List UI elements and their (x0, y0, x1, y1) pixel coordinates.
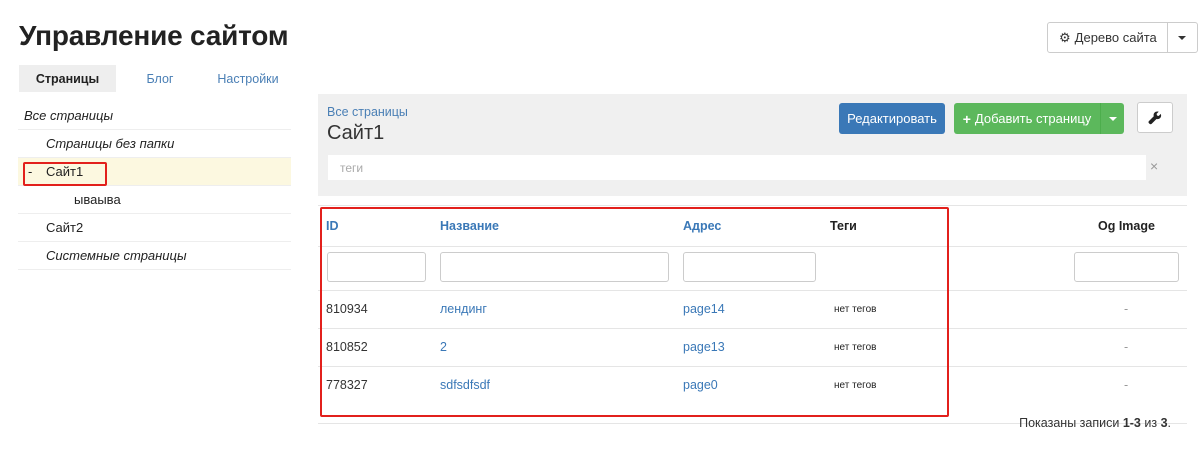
sidebar-item-yvayva[interactable]: ываыва (18, 186, 291, 214)
sidebar-item-pages-without-folder[interactable]: Страницы без папки (18, 130, 291, 158)
page-tree-sidebar: Все страницы Страницы без папки - Сайт1 … (18, 102, 291, 270)
edit-button[interactable]: Редактировать (839, 103, 945, 134)
site-tree-button-group: ⚙ Дерево сайта (1047, 22, 1198, 53)
sidebar-item-label: Страницы без папки (46, 136, 175, 151)
add-page-dropdown-toggle[interactable] (1101, 103, 1124, 134)
breadcrumb[interactable]: Все страницы (327, 105, 408, 119)
site-tree-label: Дерево сайта (1074, 30, 1157, 45)
settings-wrench-button[interactable] (1137, 102, 1173, 133)
tab-settings[interactable]: Настройки (204, 65, 292, 92)
panel-title: Сайт1 (327, 122, 385, 144)
records-summary: Показаны записи 1-3 из 3. (1019, 416, 1171, 430)
records-summary-prefix: Показаны записи (1019, 416, 1123, 430)
records-range: 1-3 (1122, 416, 1141, 430)
add-page-button-group: + Добавить страницу (954, 103, 1124, 134)
sidebar-item-label: Сайт2 (46, 220, 84, 235)
sidebar-item-label: Все страницы (24, 108, 114, 123)
tags-filter-input[interactable] (328, 155, 1146, 180)
column-header-og-image: Og Image (1098, 219, 1155, 233)
filter-og-image-input[interactable] (1074, 252, 1179, 282)
panel-header: Все страницы Сайт1 Редактировать + Добав… (318, 94, 1187, 196)
section-tabs: Страницы Блог Настройки (19, 65, 292, 92)
chevron-down-icon (1178, 35, 1187, 40)
add-page-button[interactable]: + Добавить страницу (954, 103, 1101, 134)
cell-og-image: - (1124, 302, 1129, 316)
wrench-icon (1148, 111, 1162, 124)
sidebar-item-label: ываыва (74, 192, 121, 207)
records-summary-suffix: . (1167, 416, 1171, 430)
sidebar-item-label: Системные страницы (46, 248, 187, 263)
highlight-box-table (320, 207, 949, 417)
sidebar-item-all-pages[interactable]: Все страницы (18, 102, 291, 130)
cell-og-image: - (1124, 340, 1129, 354)
tab-blog[interactable]: Блог (116, 65, 204, 92)
plus-icon: + (962, 110, 971, 127)
cell-og-image: - (1124, 378, 1129, 392)
records-summary-middle: из (1140, 416, 1161, 430)
highlight-box-selected-site (23, 162, 107, 186)
sidebar-item-system-pages[interactable]: Системные страницы (18, 242, 291, 270)
site-tree-dropdown-toggle[interactable] (1168, 23, 1197, 52)
close-icon[interactable]: × (1150, 158, 1158, 174)
sidebar-item-site2[interactable]: Сайт2 (18, 214, 291, 242)
chevron-down-icon (1108, 116, 1117, 121)
records-total: 3 (1160, 416, 1168, 430)
page-title: Управление сайтом (19, 20, 289, 51)
gear-icon: ⚙ (1059, 29, 1071, 45)
add-page-label: Добавить страницу (974, 111, 1092, 126)
tab-pages[interactable]: Страницы (19, 65, 116, 92)
site-tree-button[interactable]: ⚙ Дерево сайта (1048, 23, 1168, 52)
